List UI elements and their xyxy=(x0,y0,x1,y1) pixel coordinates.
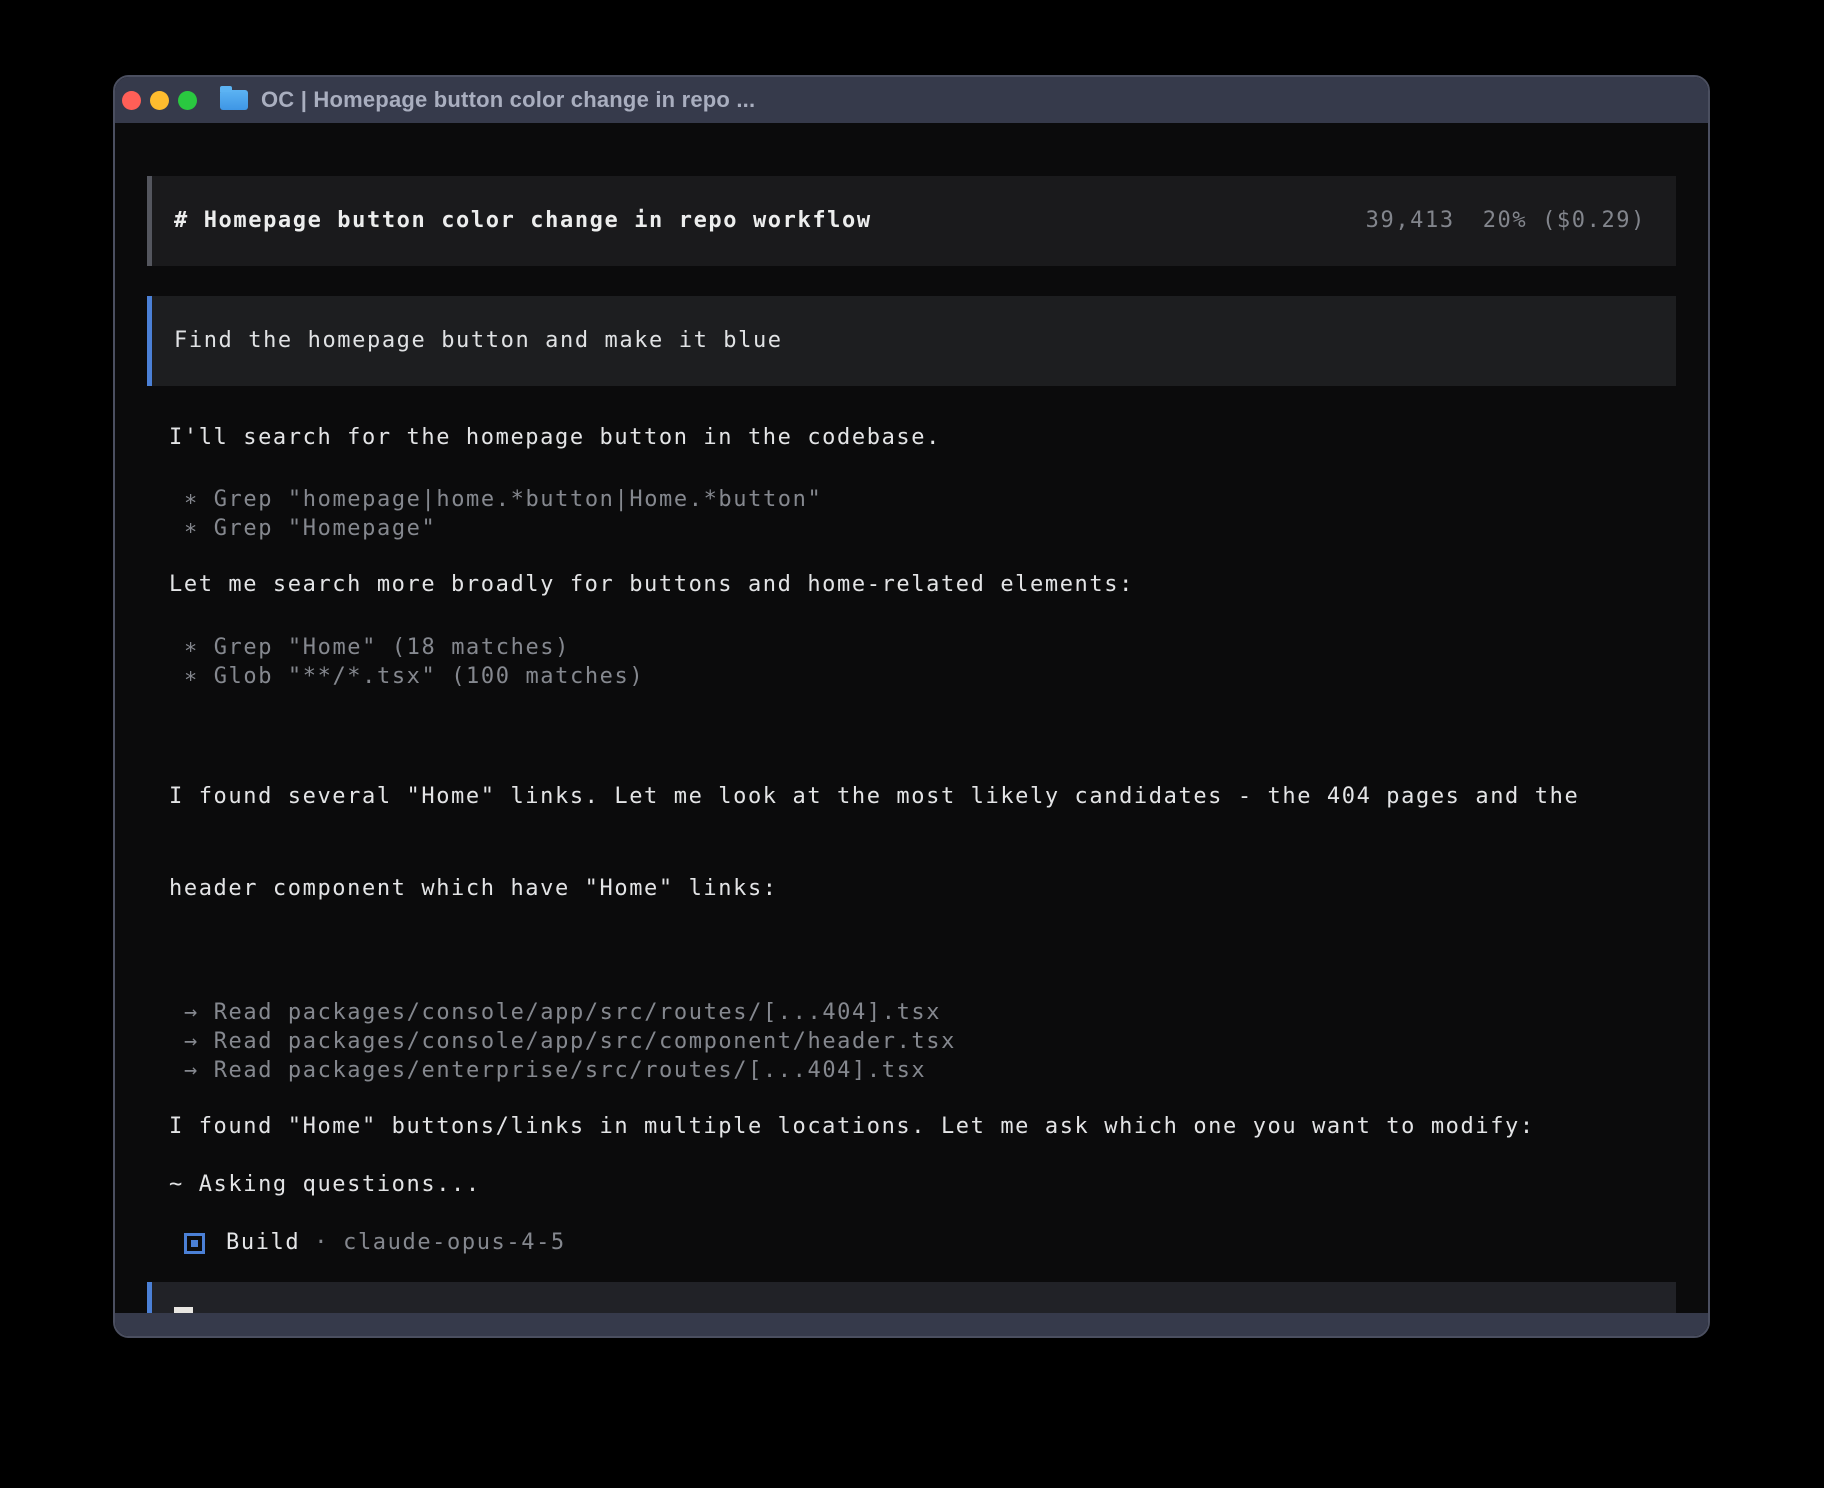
folder-icon xyxy=(220,90,248,110)
tool-call-read: → Read packages/console/app/src/componen… xyxy=(147,1027,1676,1056)
build-agent-icon xyxy=(184,1233,205,1254)
session-title: # Homepage button color change in repo w… xyxy=(174,206,872,236)
tool-call-read: → Read packages/console/app/src/routes/[… xyxy=(147,998,1676,1027)
terminal-window: OC | Homepage button color change in rep… xyxy=(113,75,1710,1338)
assistant-paragraph-line: header component which have "Home" links… xyxy=(169,873,1676,905)
tool-call-grep: ∗ Grep "Home" (18 matches) xyxy=(147,633,1676,662)
minimize-window-button[interactable] xyxy=(150,91,169,110)
desktop-background: OC | Homepage button color change in rep… xyxy=(0,0,1824,1488)
agent-name: Build xyxy=(226,1228,300,1258)
tool-call-grep: ∗ Grep "Homepage" xyxy=(147,514,1676,543)
context-usage: 20% ($0.29) xyxy=(1483,206,1646,236)
zoom-window-button[interactable] xyxy=(178,91,197,110)
assistant-paragraph: Let me search more broadly for buttons a… xyxy=(147,570,1676,600)
assistant-paragraph-line: I found several "Home" links. Let me loo… xyxy=(169,781,1676,813)
tool-call-group: ∗ Grep "homepage|home.*button|Home.*butt… xyxy=(147,485,1676,543)
window-footer xyxy=(115,1313,1708,1336)
assistant-paragraph: I'll search for the homepage button in t… xyxy=(147,423,1676,453)
assistant-paragraph: I found "Home" buttons/links in multiple… xyxy=(147,1112,1676,1142)
terminal-content: # Homepage button color change in repo w… xyxy=(115,123,1708,1313)
window-titlebar[interactable]: OC | Homepage button color change in rep… xyxy=(115,77,1708,123)
token-count: 39,413 xyxy=(1366,206,1455,236)
window-title: OC | Homepage button color change in rep… xyxy=(261,87,755,113)
tool-call-glob: ∗ Glob "**/*.tsx" (100 matches) xyxy=(147,662,1676,691)
close-window-button[interactable] xyxy=(122,91,141,110)
assistant-status-text: ~ Asking questions... xyxy=(147,1170,1676,1200)
agent-status-line: Build · claude-opus-4-5 xyxy=(147,1228,1676,1258)
agent-model: claude-opus-4-5 xyxy=(343,1228,566,1258)
tool-call-grep: ∗ Grep "homepage|home.*button|Home.*butt… xyxy=(147,485,1676,514)
session-header: # Homepage button color change in repo w… xyxy=(147,176,1676,266)
tool-call-group: ∗ Grep "Home" (18 matches) ∗ Glob "**/*.… xyxy=(147,633,1676,691)
prompt-input[interactable]: Build Claude Opus 4.5 OpenCode Zen xyxy=(147,1282,1676,1313)
user-message-text: Find the homepage button and make it blu… xyxy=(174,326,783,356)
tool-call-group: → Read packages/console/app/src/routes/[… xyxy=(147,998,1676,1085)
tool-call-read: → Read packages/enterprise/src/routes/[.… xyxy=(147,1056,1676,1085)
user-message: Find the homepage button and make it blu… xyxy=(147,296,1676,386)
session-stats: 39,413 20% ($0.29) xyxy=(1366,206,1646,236)
assistant-paragraph: I found several "Home" links. Let me loo… xyxy=(147,721,1676,965)
agent-separator: · xyxy=(314,1228,329,1258)
